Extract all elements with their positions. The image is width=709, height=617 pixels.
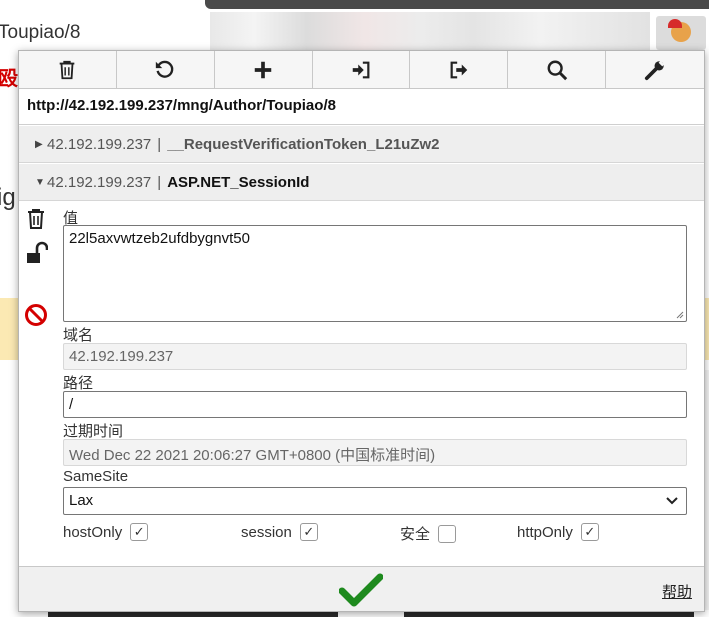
santa-hat-icon — [668, 19, 682, 28]
plus-icon — [254, 61, 272, 78]
cookie-domain: 42.192.199.237 — [47, 174, 152, 191]
domain-label: 域名 — [63, 327, 94, 344]
checkmark-icon — [338, 573, 384, 607]
check-icon: ✓ — [584, 524, 596, 539]
cookie-editor-popup: http://42.192.199.237/mng/Author/Toupiao… — [18, 50, 705, 612]
export-icon — [450, 61, 468, 78]
expand-arrow-icon: ▶ — [35, 139, 43, 150]
path-field[interactable]: / — [63, 391, 687, 418]
block-icon — [25, 304, 47, 326]
cookie-flags: hostOnly ✓ session ✓ 安全 httpOnly ✓ — [63, 523, 687, 545]
session-label: session — [241, 523, 292, 541]
help-link[interactable]: 帮助 — [662, 581, 692, 602]
httponly-label: httpOnly — [517, 523, 573, 541]
popup-footer: 帮助 — [19, 566, 704, 611]
delete-cookie-button[interactable] — [24, 207, 48, 236]
session-checkbox[interactable]: ✓ — [299, 523, 318, 541]
search-button[interactable] — [508, 51, 607, 88]
check-icon: ✓ — [303, 524, 315, 539]
search-icon — [547, 60, 567, 80]
import-button[interactable] — [313, 51, 411, 88]
check-icon: ✓ — [133, 524, 145, 539]
hostonly-checkbox[interactable]: ✓ — [130, 523, 149, 541]
expires-field: Wed Dec 22 2021 20:06:27 GMT+0800 (中国标准时… — [63, 439, 687, 466]
cookie-name: __RequestVerificationToken_L21uZw2 — [167, 136, 440, 153]
export-button[interactable] — [410, 51, 509, 88]
value-textarea[interactable]: 22l5axvwtzeb2ufdbygnvt50 — [63, 225, 687, 322]
chevron-down-icon — [666, 497, 678, 505]
samesite-value: Lax — [69, 492, 94, 509]
secure-label: 安全 — [400, 526, 431, 543]
secure-flag: 安全 — [400, 523, 457, 544]
cookie-domain: 42.192.199.237 — [47, 136, 152, 153]
httponly-checkbox[interactable]: ✓ — [580, 523, 599, 541]
unlock-icon — [27, 241, 49, 263]
browser-blurred-toolbar — [210, 12, 650, 52]
save-button[interactable] — [338, 573, 384, 612]
domain-field: 42.192.199.237 — [63, 343, 687, 370]
hostonly-flag: hostOnly ✓ — [63, 523, 149, 541]
resize-handle-icon[interactable] — [676, 311, 684, 319]
collapse-arrow-icon: ▼ — [35, 177, 45, 188]
cookie-name: ASP.NET_SessionId — [167, 174, 310, 191]
secure-checkbox[interactable] — [438, 524, 457, 543]
samesite-select[interactable]: Lax — [63, 487, 687, 515]
url-bar: http://42.192.199.237/mng/Author/Toupiao… — [19, 89, 704, 125]
cookie-row-expanded[interactable]: ▼ 42.192.199.237 | ASP.NET_SessionId — [19, 164, 704, 201]
options-button[interactable] — [606, 51, 704, 88]
cookie-separator: | — [157, 174, 162, 191]
samesite-label: SameSite — [63, 468, 129, 485]
add-button[interactable] — [215, 51, 313, 88]
expires-label: 过期时间 — [63, 423, 124, 440]
block-cookie-button[interactable] — [24, 303, 48, 332]
path-label: 路径 — [63, 375, 94, 392]
protect-cookie-button[interactable] — [24, 241, 49, 270]
delete-all-button[interactable] — [19, 51, 117, 88]
page-side-text: ig — [0, 184, 16, 211]
undo-icon — [156, 60, 174, 78]
cookie-separator: | — [157, 136, 162, 153]
popup-toolbar — [19, 51, 704, 89]
cookie-row-collapsed[interactable]: ▶ 42.192.199.237 | __RequestVerificationTok… — [19, 126, 704, 163]
value-text: 22l5axvwtzeb2ufdbygnvt50 — [69, 230, 250, 247]
trash-icon — [28, 209, 44, 229]
trash-icon — [60, 60, 75, 79]
httponly-flag: httpOnly ✓ — [517, 523, 599, 541]
page-yellow-banner — [0, 298, 20, 360]
hostonly-label: hostOnly — [63, 523, 123, 541]
reset-button[interactable] — [117, 51, 215, 88]
browser-tab-title: Toupiao/8 — [0, 22, 81, 43]
import-icon — [352, 61, 370, 78]
session-flag: session ✓ — [241, 523, 318, 541]
browser-top-bar — [0, 0, 709, 10]
page-red-text: 殴 — [0, 68, 18, 90]
wrench-icon — [644, 60, 665, 80]
